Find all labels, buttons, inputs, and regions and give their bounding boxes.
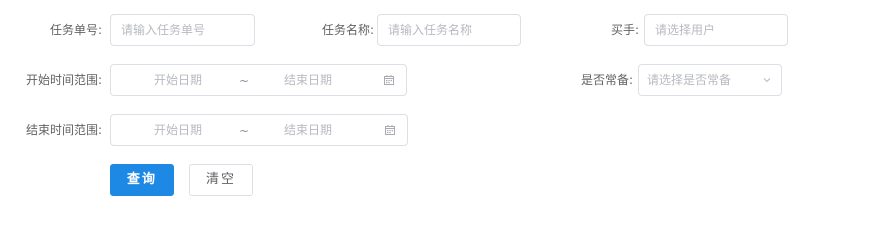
is-regular-select[interactable]: 请选择是否常备 [638,64,782,96]
calendar-icon[interactable] [385,125,395,135]
buyer-label: 买手: [610,23,639,37]
clear-button[interactable]: 清空 [189,164,253,196]
is-regular-label: 是否常备: [580,73,633,87]
start-range-end-date[interactable]: 结束日期 [263,65,353,95]
chevron-down-icon[interactable] [762,75,772,85]
is-regular-placeholder: 请选择是否常备 [647,73,732,87]
task-no-placeholder: 请输入任务单号 [121,23,206,37]
end-range-separator: ~ [239,124,250,138]
start-range-separator: ~ [239,74,250,88]
task-name-placeholder: 请输入任务名称 [388,23,473,37]
start-range-label: 开始时间范围: [25,73,102,87]
task-no-label: 任务单号: [49,23,102,37]
task-name-label: 任务名称: [321,23,374,37]
buyer-placeholder: 请选择用户 [655,23,716,37]
query-button[interactable]: 查询 [110,164,174,196]
task-name-input[interactable]: 请输入任务名称 [377,14,521,46]
task-no-input[interactable]: 请输入任务单号 [110,14,255,46]
buyer-select[interactable]: 请选择用户 [644,14,788,46]
end-range-picker[interactable]: 开始日期 ~ 结束日期 [110,114,408,146]
end-range-label: 结束时间范围: [25,123,102,137]
end-range-start-date[interactable]: 开始日期 [133,115,223,145]
calendar-icon[interactable] [384,75,394,85]
start-range-start-date[interactable]: 开始日期 [133,65,223,95]
end-range-end-date[interactable]: 结束日期 [263,115,353,145]
start-range-picker[interactable]: 开始日期 ~ 结束日期 [110,64,407,96]
